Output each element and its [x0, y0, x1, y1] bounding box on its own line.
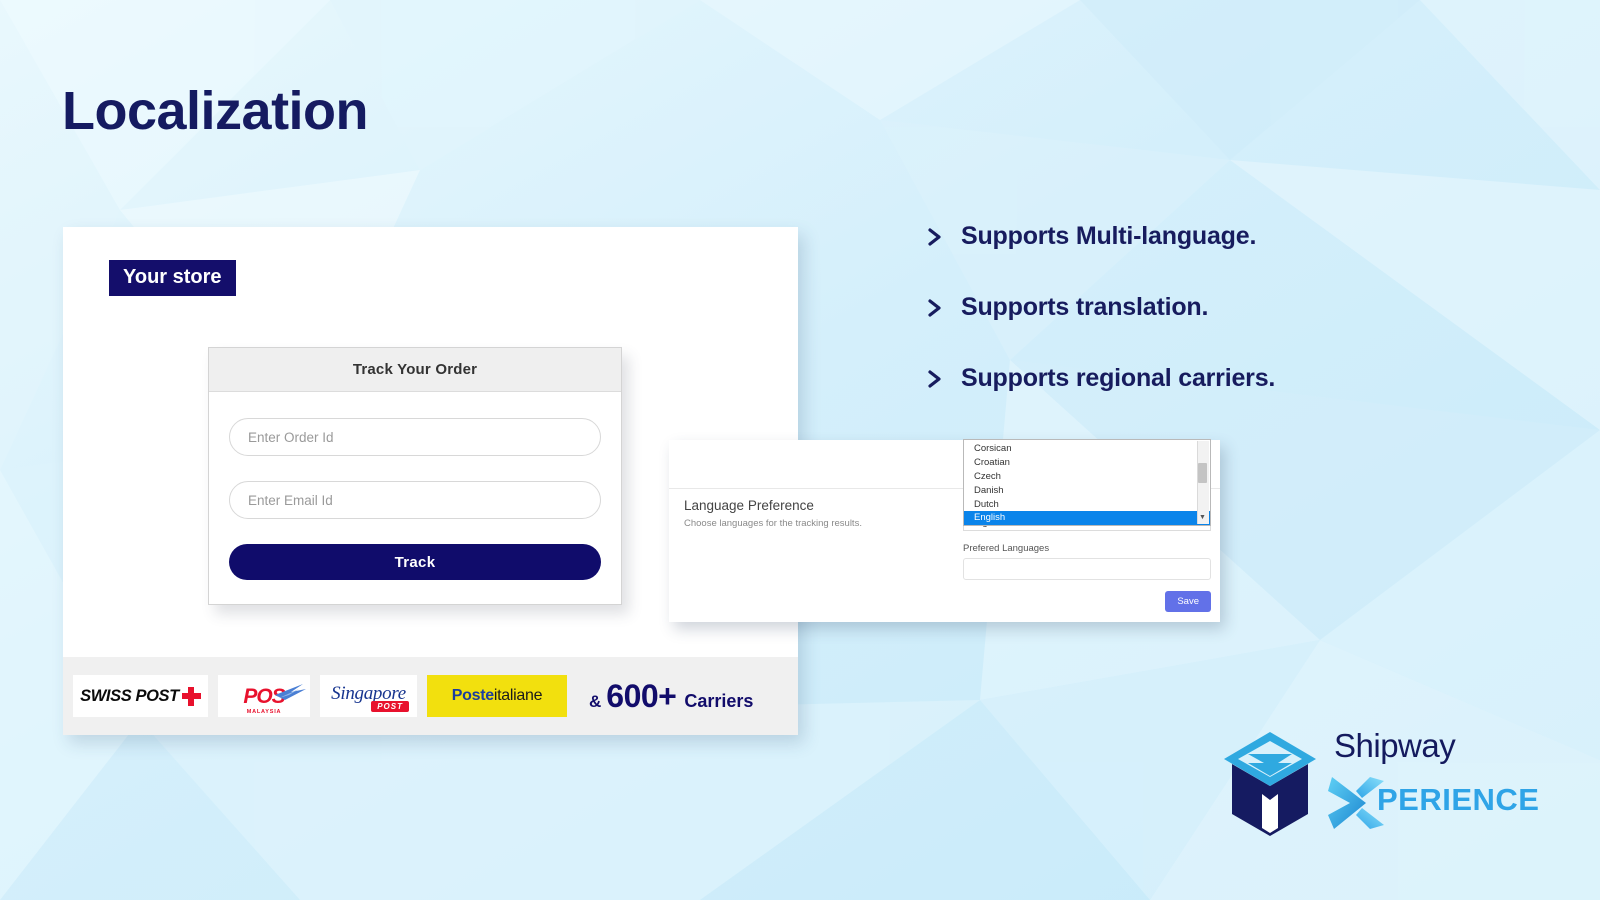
language-preference-title: Language Preference — [684, 498, 814, 513]
language-option[interactable]: Dutch — [964, 498, 1210, 512]
scroll-down-arrow-icon[interactable]: ▼ — [1198, 513, 1207, 522]
feature-bullet-item: Supports Multi-language. — [925, 222, 1275, 251]
xperience-wordmark: PERIENCE — [1377, 782, 1540, 817]
feature-bullet-item: Supports regional carriers. — [925, 364, 1275, 393]
track-panel-header: Track Your Order — [209, 348, 621, 392]
singapore-post-logo: Singapore POST — [320, 675, 417, 717]
preferred-languages-label: Prefered Languages — [963, 543, 1050, 554]
carrier-count-number: 600+ — [606, 677, 677, 714]
language-option-selected[interactable]: English — [964, 511, 1210, 526]
poste-italiane-logo: Poste italiane — [427, 675, 567, 717]
language-option[interactable]: Danish — [964, 484, 1210, 498]
feature-bullet-item: Supports translation. — [925, 293, 1275, 322]
language-option[interactable]: Corsican — [964, 442, 1210, 456]
dropdown-scrollbar[interactable]: ▼ — [1197, 441, 1209, 525]
carrier-count: & 600+ Carriers — [589, 678, 753, 715]
shipway-box-icon — [1224, 732, 1316, 836]
pos-malaysia-label: MALAYSIA — [246, 709, 282, 715]
chevron-right-icon — [928, 298, 941, 317]
language-preference-subtitle: Choose languages for the tracking result… — [684, 518, 862, 529]
chevron-right-icon — [928, 227, 941, 246]
order-id-input[interactable] — [229, 418, 601, 456]
feature-bullet-label: Supports regional carriers. — [961, 364, 1276, 392]
singapore-label: Singapore — [331, 682, 406, 704]
language-dropdown-list[interactable]: Corsican Croatian Czech Danish Dutch Eng… — [963, 439, 1211, 527]
swiss-post-logo: SWISS POST — [73, 675, 208, 717]
swiss-cross-icon — [181, 686, 201, 706]
email-id-input[interactable] — [229, 481, 601, 519]
page-title: Localization — [62, 81, 369, 141]
chevron-right-icon — [928, 369, 941, 388]
singapore-post-banner: POST — [371, 700, 409, 712]
store-badge: Your store — [109, 260, 236, 296]
swiss-post-label: SWISS POST — [80, 686, 179, 705]
track-order-panel: Track Your Order Track — [208, 347, 622, 605]
pos-malaysia-logo: POS MALAYSIA — [218, 675, 310, 717]
pos-swoosh-icon — [275, 684, 306, 700]
carrier-logo-strip: SWISS POST POS MALAYSIA Singapore POST P… — [63, 657, 798, 735]
save-button[interactable]: Save — [1165, 591, 1211, 612]
poste-label: Poste — [451, 687, 494, 704]
dropdown-scrollbar-thumb[interactable] — [1198, 463, 1207, 483]
italiane-label: italiane — [493, 687, 543, 704]
preferred-languages-input[interactable] — [963, 558, 1211, 580]
shipway-wordmark: Shipway — [1334, 727, 1456, 764]
shipway-xperience-logo: Shipway PERIENCE — [1222, 722, 1542, 837]
track-button[interactable]: Track — [229, 544, 601, 580]
carrier-count-amp: & — [589, 691, 602, 711]
language-option[interactable]: Czech — [964, 470, 1210, 484]
feature-bullet-label: Supports Multi-language. — [961, 222, 1257, 250]
carrier-count-word: Carriers — [684, 690, 754, 711]
feature-bullet-list: Supports Multi-language. Supports transl… — [925, 222, 1275, 435]
language-option[interactable]: Croatian — [964, 456, 1210, 470]
feature-bullet-label: Supports translation. — [961, 293, 1209, 321]
